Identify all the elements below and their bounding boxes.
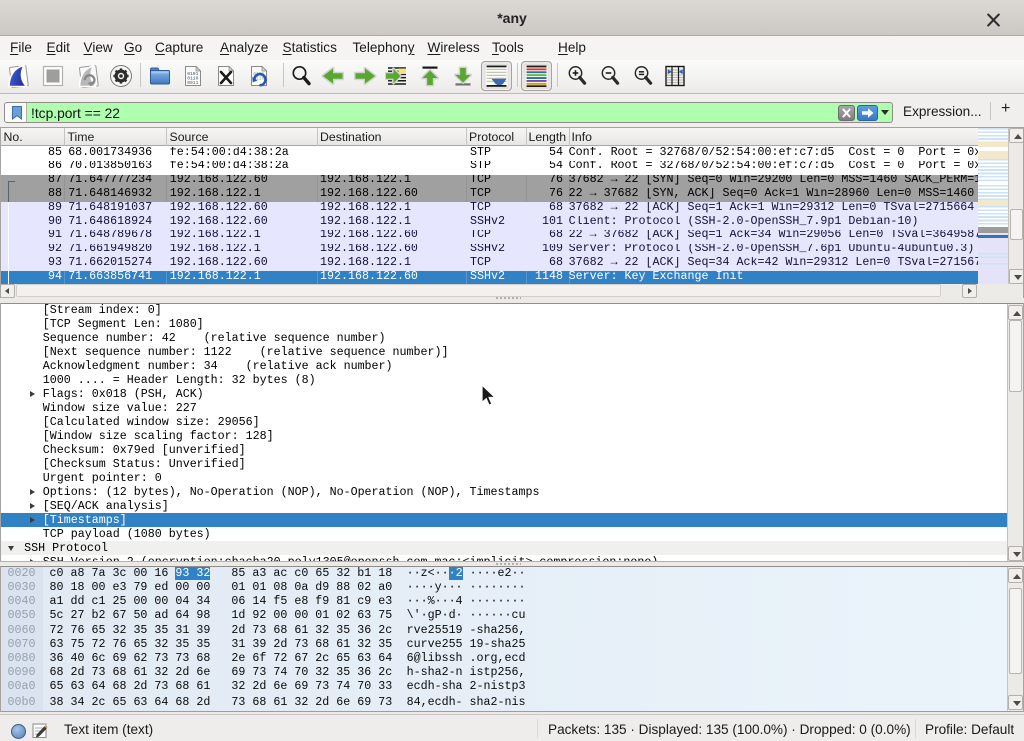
- svg-text:0011: 0011: [187, 80, 198, 86]
